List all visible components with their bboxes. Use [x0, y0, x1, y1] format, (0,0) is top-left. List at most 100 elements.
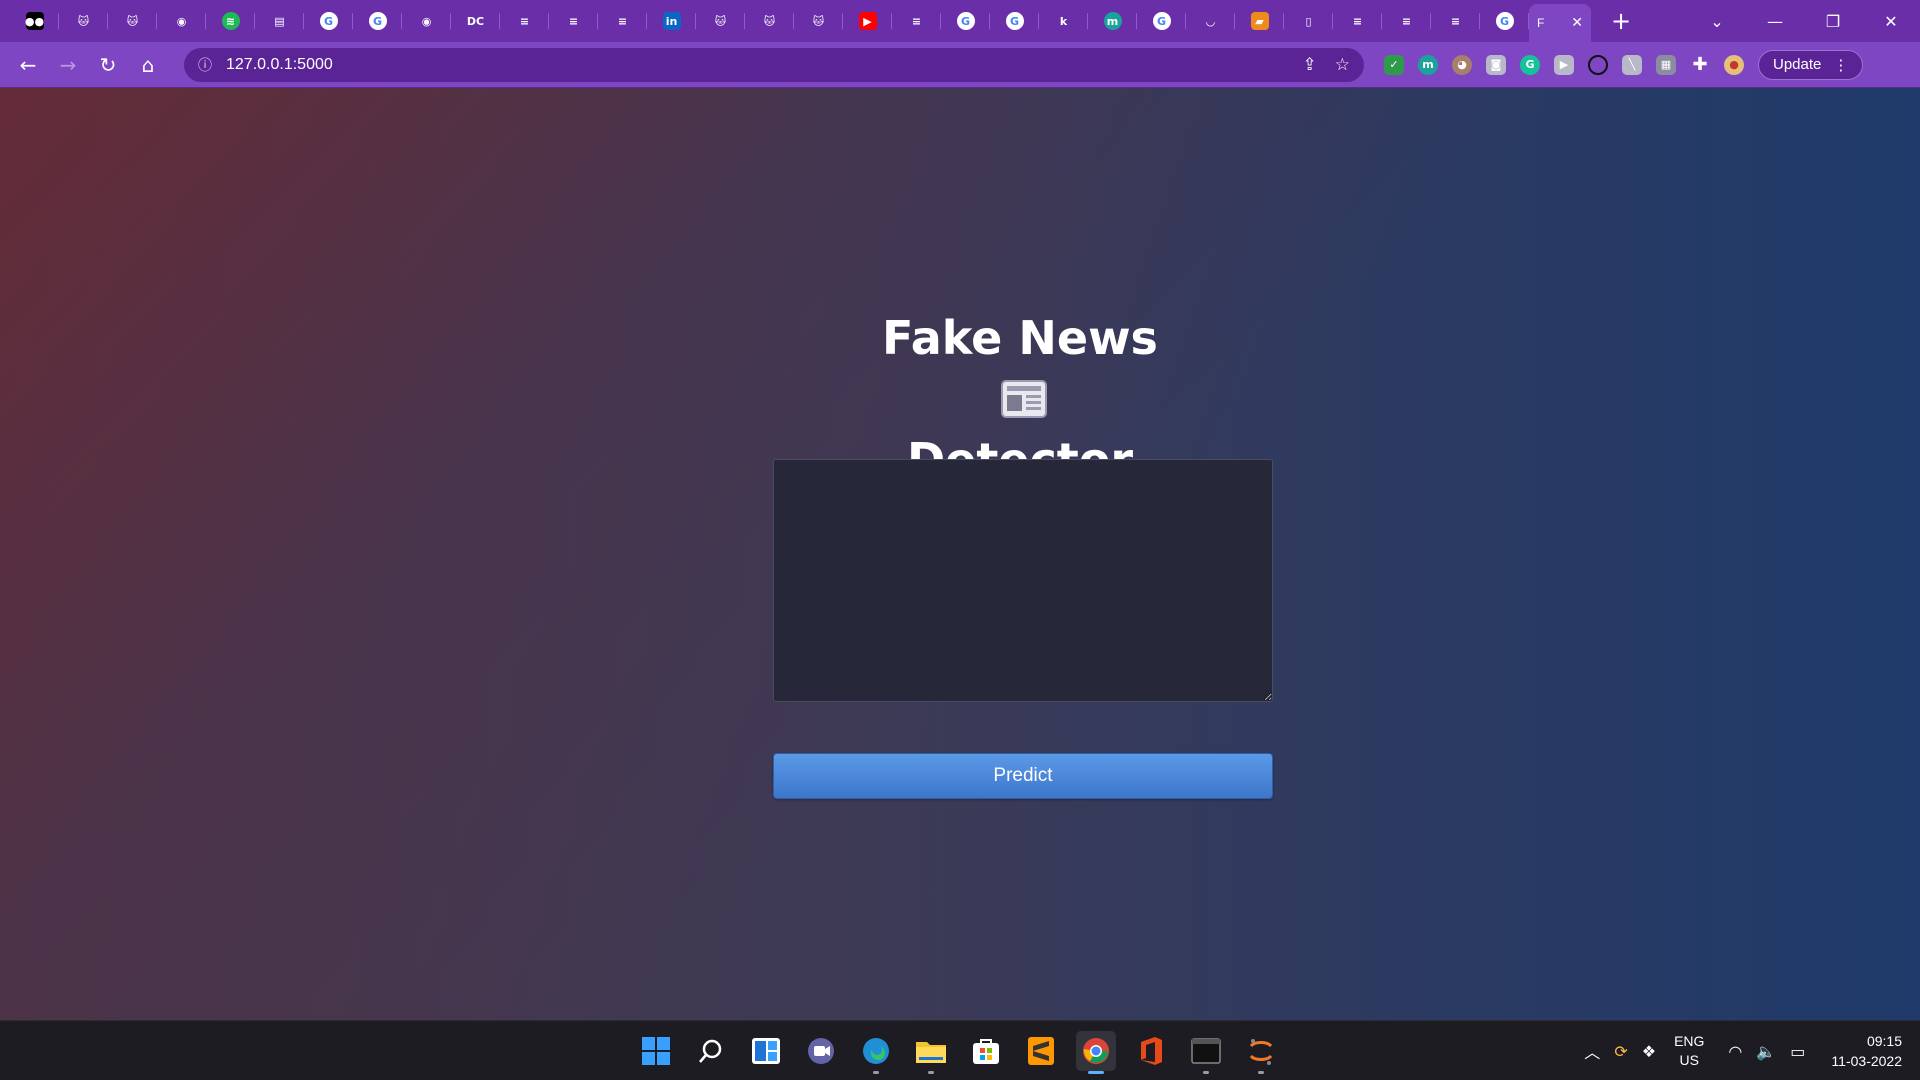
browser-tab[interactable]: ◡: [1186, 0, 1235, 42]
chrome-icon: [1083, 1038, 1109, 1064]
site-info-icon[interactable]: ⓘ: [198, 55, 218, 75]
address-bar[interactable]: ⓘ 127.0.0.1:5000 ⇪ ☆: [184, 47, 1364, 82]
browser-tab[interactable]: 🐱: [794, 0, 843, 42]
grid-extension-icon[interactable]: ▦: [1656, 54, 1676, 75]
clock[interactable]: 09:15 11-03-2022: [1831, 1031, 1902, 1071]
forward-button[interactable]: →: [48, 53, 88, 77]
browser-tab[interactable]: ≡: [1333, 0, 1382, 42]
browser-tab[interactable]: ≡: [892, 0, 941, 42]
browser-tab[interactable]: ▰: [1235, 0, 1284, 42]
news-text-input[interactable]: [773, 459, 1273, 702]
share-icon[interactable]: ⇪: [1303, 55, 1317, 75]
browser-tab[interactable]: ≡: [598, 0, 647, 42]
browser-tab[interactable]: 🐱: [745, 0, 794, 42]
close-tab-icon[interactable]: ✕: [1571, 15, 1583, 31]
reload-button[interactable]: ↻: [88, 53, 128, 77]
pen-extension-icon[interactable]: ╲: [1622, 54, 1642, 75]
office-icon: [1141, 1037, 1162, 1065]
menu-kebab-icon[interactable]: ⋮: [1833, 56, 1848, 74]
show-hidden-icons-chevron-icon[interactable]: ︿: [1584, 1039, 1600, 1063]
browser-tab[interactable]: k: [1039, 0, 1088, 42]
grammarly-extension-icon[interactable]: G: [1520, 54, 1540, 75]
battery-icon[interactable]: ▭: [1790, 1042, 1805, 1061]
back-button[interactable]: ←: [8, 53, 48, 77]
browser-tab[interactable]: ≡: [549, 0, 598, 42]
language-indicator[interactable]: ENG US: [1674, 1032, 1704, 1070]
browser-tab[interactable]: ◉: [402, 0, 451, 42]
browser-tab[interactable]: ≡: [500, 0, 549, 42]
camera-extension-icon[interactable]: ◙: [1486, 54, 1506, 75]
teams-chat-button[interactable]: [801, 1031, 841, 1071]
close-window-button[interactable]: ✕: [1862, 12, 1920, 31]
document-icon: ▯: [1299, 12, 1318, 30]
tab-active[interactable]: F ✕: [1529, 4, 1591, 42]
terminal-button[interactable]: [1186, 1031, 1226, 1074]
edge-browser-button[interactable]: [856, 1031, 896, 1074]
stackoverflow-icon: ≡: [564, 12, 583, 30]
search-icon: [699, 1039, 722, 1063]
browser-tab[interactable]: ▯: [1284, 0, 1333, 42]
tab-search-icon[interactable]: ⌄: [1688, 12, 1746, 31]
new-tab-button[interactable]: +: [1611, 9, 1631, 33]
browser-tab[interactable]: G: [1137, 0, 1186, 42]
start-button[interactable]: [636, 1031, 676, 1071]
browser-tab[interactable]: G: [304, 0, 353, 42]
linkedin-icon: in: [662, 12, 681, 30]
shield-extension-icon[interactable]: ✓: [1384, 54, 1404, 75]
minimize-button[interactable]: —: [1746, 12, 1804, 31]
restore-button[interactable]: ❐: [1804, 12, 1862, 31]
browser-tab[interactable]: G: [1480, 0, 1529, 42]
browser-tab[interactable]: G: [353, 0, 402, 42]
kaggle-k-icon: k: [1054, 12, 1073, 30]
address-url[interactable]: 127.0.0.1:5000: [226, 56, 333, 74]
sublime-text-button[interactable]: [1021, 1031, 1061, 1071]
file-explorer-button[interactable]: [911, 1031, 951, 1074]
search-button[interactable]: [691, 1031, 731, 1071]
stackoverflow-icon: ≡: [515, 12, 534, 30]
dropbox-icon[interactable]: ❖: [1642, 1042, 1656, 1061]
play-extension-icon[interactable]: ▶: [1554, 54, 1574, 75]
wifi-icon[interactable]: ◠: [1728, 1042, 1742, 1061]
office-button[interactable]: [1131, 1031, 1171, 1071]
jupyter-button[interactable]: [1241, 1031, 1281, 1074]
browser-tab[interactable]: 🐱: [108, 0, 157, 42]
predict-button[interactable]: Predict: [773, 753, 1273, 799]
volume-icon[interactable]: 🔈: [1756, 1042, 1776, 1061]
store-button[interactable]: [966, 1031, 1006, 1071]
teams-chat-icon: [808, 1038, 834, 1064]
browser-tab[interactable]: 🐱: [696, 0, 745, 42]
puzzle-extensions-icon[interactable]: ✚: [1690, 54, 1710, 75]
browser-tab[interactable]: ≡: [1431, 0, 1480, 42]
kaggle-cat-icon: 🐱: [74, 12, 93, 30]
browser-tab[interactable]: ●●: [10, 0, 59, 42]
bookmark-star-icon[interactable]: ☆: [1335, 55, 1350, 75]
profile-avatar-icon[interactable]: ●: [1724, 54, 1744, 75]
spotify-icon: ≋: [221, 12, 240, 30]
browser-tab[interactable]: ▤: [255, 0, 304, 42]
stackoverflow-icon: ≡: [1397, 12, 1416, 30]
eraser-icon: ▰: [1250, 12, 1269, 30]
widgets-button[interactable]: [746, 1031, 786, 1071]
browser-tab[interactable]: ≋: [206, 0, 255, 42]
page-content: Fake News Detector Predict: [0, 88, 1920, 1020]
browser-tab[interactable]: G: [941, 0, 990, 42]
browser-tab[interactable]: ◉: [157, 0, 206, 42]
newspaper-icon: [1001, 379, 1047, 418]
browser-tab[interactable]: G: [990, 0, 1039, 42]
m-extension-icon[interactable]: m: [1418, 54, 1438, 75]
home-button[interactable]: ⌂: [128, 53, 168, 77]
sync-extension-icon[interactable]: [1588, 54, 1608, 75]
browser-tab[interactable]: ≡: [1382, 0, 1431, 42]
jupyter-icon: [1249, 1039, 1273, 1065]
sync-status-icon[interactable]: ⟳: [1614, 1042, 1627, 1061]
browser-tab[interactable]: ▶: [843, 0, 892, 42]
browser-tab[interactable]: m: [1088, 0, 1137, 42]
update-button[interactable]: Update ⋮: [1758, 49, 1864, 80]
browser-tab[interactable]: DC: [451, 0, 500, 42]
github-icon: ◉: [172, 12, 191, 30]
chrome-button[interactable]: [1076, 1031, 1116, 1074]
browser-tab[interactable]: 🐱: [59, 0, 108, 42]
browser-tab[interactable]: in: [647, 0, 696, 42]
owl-extension-icon[interactable]: ◕: [1452, 54, 1472, 75]
browser-tab-strip: ●● 🐱 🐱 ◉ ≋ ▤ G G ◉ DC ≡ ≡ ≡ in 🐱 🐱 🐱 ▶ ≡ G Gk m G ◡ ▰ ▯ ≡ ≡ ≡ G F ✕ +…: [0, 0, 1920, 42]
